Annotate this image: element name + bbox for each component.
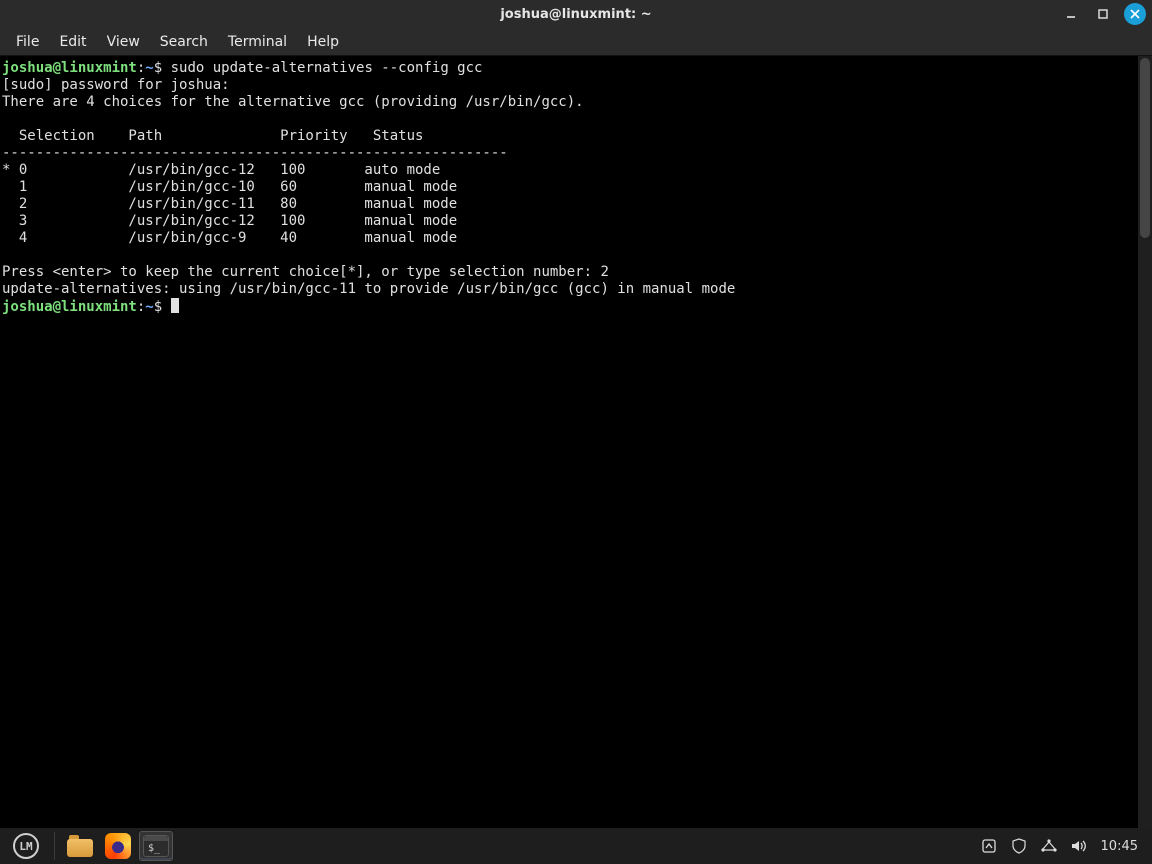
start-menu-button[interactable]: LM	[4, 828, 48, 864]
output-line: [sudo] password for joshua:	[2, 77, 230, 93]
window-close-button[interactable]	[1124, 3, 1146, 25]
menu-edit[interactable]: Edit	[49, 30, 96, 54]
taskbar: LM $_	[0, 828, 1152, 864]
menu-search[interactable]: Search	[150, 30, 218, 54]
window-title: joshua@linuxmint: ~	[0, 7, 1152, 22]
mint-logo-icon: LM	[13, 833, 39, 859]
taskbar-app-files[interactable]	[63, 831, 97, 861]
taskbar-app-terminal[interactable]: $_	[139, 831, 173, 861]
menu-bar: File Edit View Search Terminal Help	[0, 28, 1152, 56]
scrollbar-thumb[interactable]	[1140, 58, 1150, 238]
menu-terminal[interactable]: Terminal	[218, 30, 297, 54]
menu-help[interactable]: Help	[297, 30, 349, 54]
command-line: sudo update-alternatives --config gcc	[171, 60, 483, 76]
terminal-output[interactable]: joshua@linuxmint:~$ sudo update-alternat…	[2, 60, 1136, 826]
folder-icon	[67, 835, 93, 857]
window-maximize-button[interactable]	[1092, 3, 1114, 25]
prompt-user: joshua@linuxmint	[2, 60, 137, 76]
table-row: 3 /usr/bin/gcc-12 100 manual mode	[2, 213, 457, 229]
prompt-path: ~	[145, 299, 153, 315]
table-row: * 0 /usr/bin/gcc-12 100 auto mode	[2, 162, 440, 178]
system-tray: 10:45	[980, 837, 1148, 855]
terminal-scrollbar[interactable]	[1138, 56, 1152, 828]
output-line: There are 4 choices for the alternative …	[2, 94, 584, 110]
firefox-icon	[105, 833, 131, 859]
output-line: Press <enter> to keep the current choice…	[2, 264, 609, 280]
updates-tray-icon[interactable]	[980, 837, 998, 855]
prompt-user: joshua@linuxmint	[2, 299, 137, 315]
taskbar-clock[interactable]: 10:45	[1100, 839, 1138, 854]
taskbar-separator	[54, 832, 55, 860]
shield-tray-icon[interactable]	[1010, 837, 1028, 855]
prompt-path: ~	[145, 60, 153, 76]
table-row: 2 /usr/bin/gcc-11 80 manual mode	[2, 196, 457, 212]
menu-file[interactable]: File	[6, 30, 49, 54]
window-titlebar: joshua@linuxmint: ~	[0, 0, 1152, 28]
table-divider: ----------------------------------------…	[2, 145, 508, 161]
volume-tray-icon[interactable]	[1070, 837, 1088, 855]
terminal-area[interactable]: joshua@linuxmint:~$ sudo update-alternat…	[0, 56, 1152, 828]
network-tray-icon[interactable]	[1040, 837, 1058, 855]
terminal-icon: $_	[143, 835, 169, 857]
output-line: update-alternatives: using /usr/bin/gcc-…	[2, 281, 735, 297]
table-row: 4 /usr/bin/gcc-9 40 manual mode	[2, 230, 457, 246]
terminal-cursor	[171, 298, 179, 313]
table-row: 1 /usr/bin/gcc-10 60 manual mode	[2, 179, 457, 195]
table-header: Selection Path Priority Status	[2, 128, 423, 144]
taskbar-app-firefox[interactable]	[101, 831, 135, 861]
menu-view[interactable]: View	[97, 30, 150, 54]
window-minimize-button[interactable]	[1060, 3, 1082, 25]
